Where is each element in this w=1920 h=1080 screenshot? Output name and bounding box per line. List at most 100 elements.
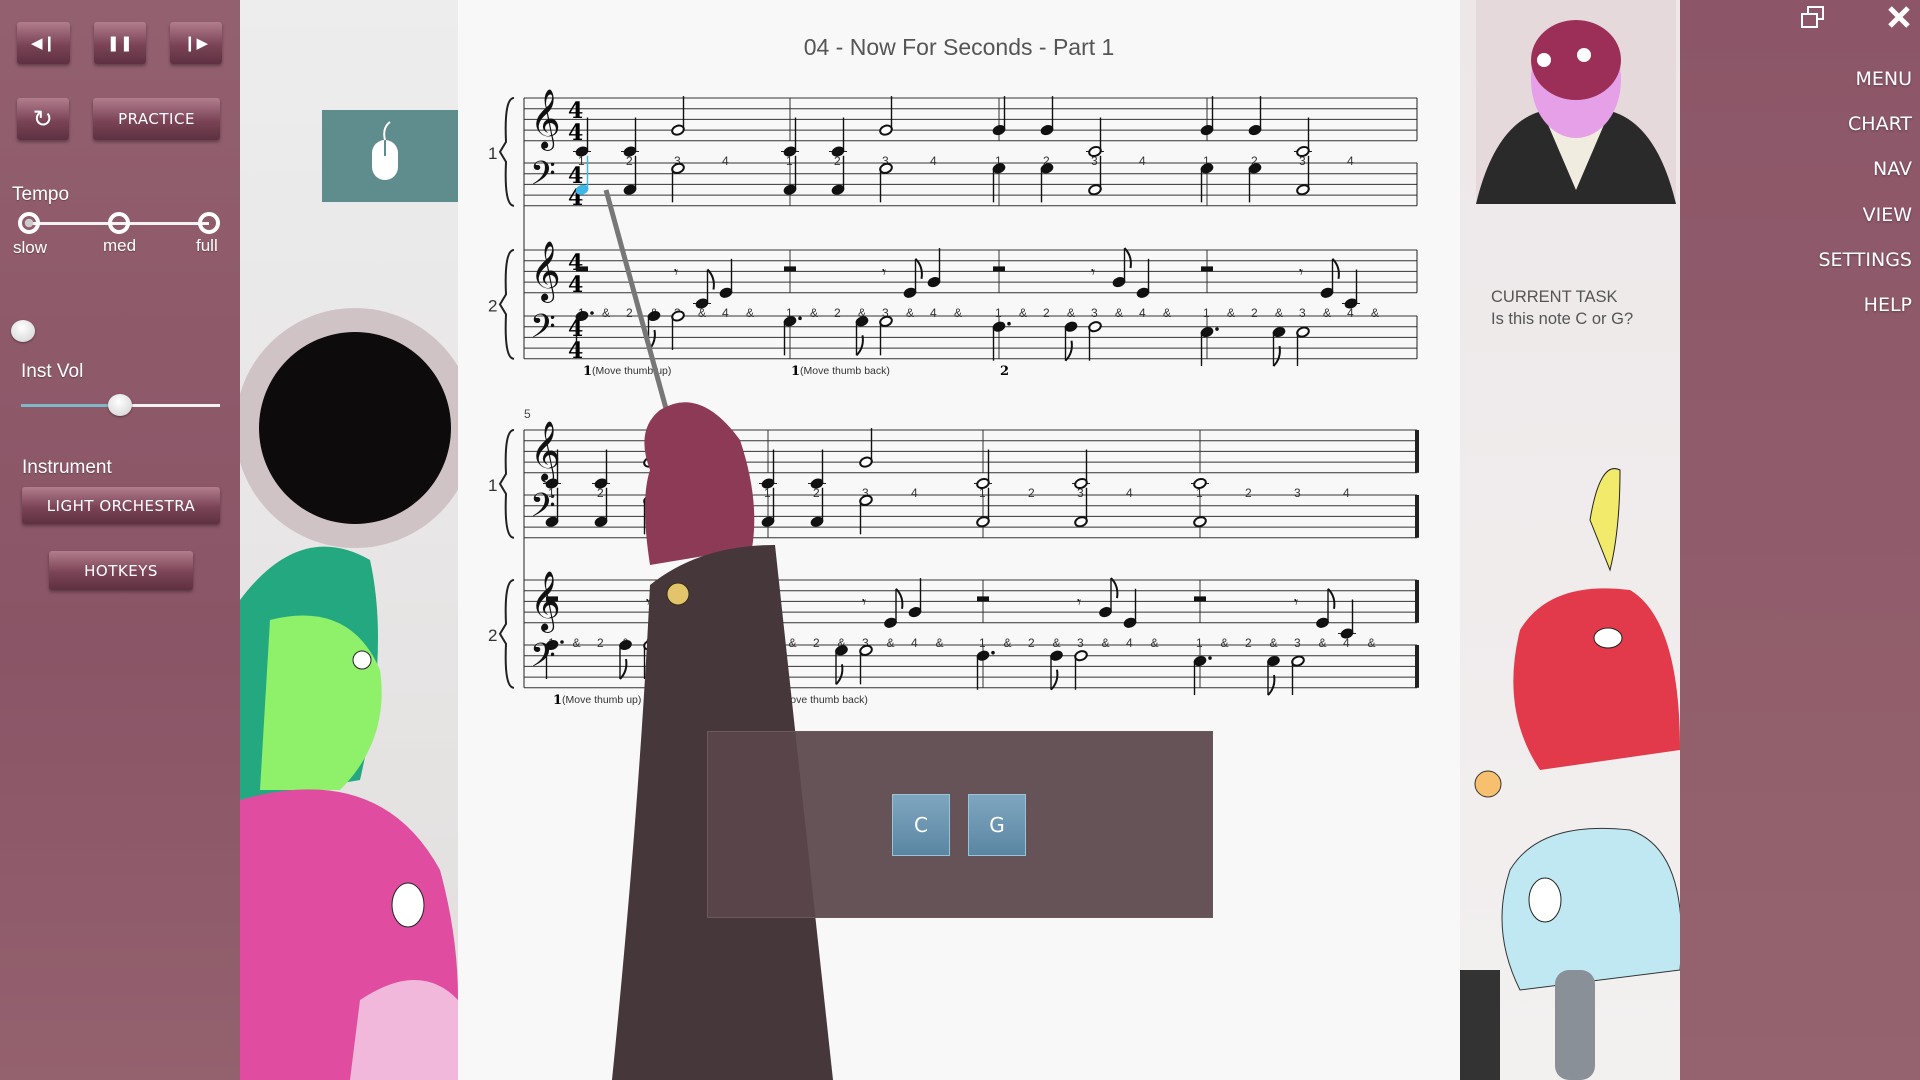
treble-clef: 𝄞 bbox=[530, 571, 561, 633]
part-label: 1 bbox=[488, 144, 497, 163]
beat-count: & bbox=[1270, 636, 1278, 650]
half-rest bbox=[993, 266, 1005, 272]
beat-count: & bbox=[1004, 636, 1012, 650]
dragon bbox=[1513, 588, 1680, 770]
beat-count: 4 bbox=[930, 154, 937, 168]
beat-count: & bbox=[602, 306, 610, 320]
beat-count: 2 bbox=[1245, 486, 1252, 500]
beat-count: & bbox=[1115, 306, 1123, 320]
answer-g-button[interactable]: G bbox=[968, 794, 1026, 856]
note-flag bbox=[706, 268, 715, 290]
beat-count: 4 bbox=[1343, 486, 1350, 500]
note-flag bbox=[835, 664, 844, 686]
beat-count: & bbox=[1163, 306, 1171, 320]
note-flag bbox=[679, 598, 688, 620]
beat-count: & bbox=[1319, 636, 1327, 650]
beat-count: & bbox=[1102, 636, 1110, 650]
menu-item-nav[interactable]: NAV bbox=[1873, 158, 1912, 180]
beat-count: 4 bbox=[1126, 486, 1133, 500]
robot bbox=[1501, 827, 1680, 991]
beat-count: 4 bbox=[1126, 636, 1133, 650]
menu-item-settings[interactable]: SETTINGS bbox=[1818, 249, 1912, 271]
menu-panel: MENU CHART NAV VIEW SETTINGS HELP bbox=[1680, 0, 1920, 1080]
beat-count: & bbox=[1019, 306, 1027, 320]
note-flag bbox=[1327, 588, 1336, 609]
beat-count: 4 bbox=[930, 306, 937, 320]
menu-item-chart[interactable]: CHART bbox=[1848, 113, 1912, 135]
eighth-rest: 𝄾 bbox=[1299, 262, 1303, 281]
beat-count: 4 bbox=[1139, 306, 1146, 320]
note-flag bbox=[1267, 674, 1276, 696]
beat-count: 2 bbox=[1028, 486, 1035, 500]
note-flag bbox=[855, 335, 864, 357]
beat-count: & bbox=[887, 636, 895, 650]
part-label: 2 bbox=[488, 626, 497, 645]
time-signature-bottom: 4 bbox=[568, 120, 583, 146]
half-rest bbox=[762, 596, 774, 602]
beat-count: & bbox=[1151, 636, 1159, 650]
fingering-number: 2 bbox=[1000, 364, 1009, 379]
note-dot bbox=[798, 316, 802, 321]
band-characters bbox=[1460, 468, 1680, 1080]
menu-item-view[interactable]: VIEW bbox=[1863, 204, 1912, 226]
part-label: 2 bbox=[488, 296, 497, 315]
menu-item-menu[interactable]: MENU bbox=[1855, 68, 1912, 90]
beat-count: 2 bbox=[834, 306, 841, 320]
note-dot bbox=[560, 640, 564, 644]
beat-count: 4 bbox=[1347, 154, 1354, 168]
character-panel: CURRENT TASK Is this note C or G? bbox=[1460, 0, 1680, 1080]
half-rest bbox=[784, 266, 796, 272]
beat-count: & bbox=[1371, 306, 1379, 320]
beat-count: 3 bbox=[1294, 636, 1301, 650]
beat-count: & bbox=[810, 306, 818, 320]
note-flag bbox=[1272, 345, 1281, 367]
note-flag bbox=[1064, 340, 1073, 362]
note-dot bbox=[776, 645, 780, 650]
answer-c-button[interactable]: C bbox=[892, 794, 950, 856]
note-dot bbox=[590, 311, 594, 315]
beat-count: 4 bbox=[911, 636, 918, 650]
menu-item-help[interactable]: HELP bbox=[1864, 294, 1912, 316]
beat-count: & bbox=[906, 306, 914, 320]
fingering-number: 1 bbox=[583, 364, 592, 379]
beat-count: & bbox=[1067, 306, 1075, 320]
treble-clef: 𝄞 bbox=[530, 89, 561, 151]
beat-count: & bbox=[1227, 306, 1235, 320]
note-flag bbox=[619, 658, 628, 680]
eighth-rest: 𝄾 bbox=[882, 262, 886, 281]
note-flag bbox=[1331, 258, 1340, 279]
beat-count: 4 bbox=[722, 306, 729, 320]
restore-window-icon[interactable] bbox=[1800, 5, 1826, 31]
beat-count: 2 bbox=[1245, 636, 1252, 650]
bass-clef: 𝄢 bbox=[530, 155, 556, 201]
teacher-portrait bbox=[1476, 0, 1676, 204]
answer-dialog: C G bbox=[707, 731, 1213, 918]
task-heading: CURRENT TASK bbox=[1491, 288, 1618, 306]
time-signature-bottom: 4 bbox=[568, 272, 583, 298]
beat-count: & bbox=[746, 306, 754, 320]
fingering-annotation: (Move thumb back) bbox=[778, 694, 868, 706]
beat-count: 4 bbox=[695, 486, 702, 500]
fingering-number: 1 bbox=[553, 693, 562, 708]
half-rest bbox=[1194, 596, 1206, 602]
note-flag bbox=[895, 588, 904, 609]
task-question: Is this note C or G? bbox=[1491, 310, 1634, 328]
eighth-rest: 𝄾 bbox=[862, 592, 866, 611]
note-flag bbox=[1050, 669, 1059, 691]
beat-count: 2 bbox=[813, 636, 820, 650]
part-brace bbox=[498, 249, 515, 360]
note-dot bbox=[991, 650, 995, 655]
beat-count: & bbox=[789, 636, 797, 650]
current-task: CURRENT TASK Is this note C or G? bbox=[1491, 286, 1676, 330]
beat-count: 2 bbox=[626, 306, 633, 320]
beat-count: & bbox=[1053, 636, 1061, 650]
note-flag bbox=[1123, 247, 1132, 269]
part-brace bbox=[498, 429, 515, 539]
whole-note bbox=[1193, 516, 1207, 528]
beat-count: & bbox=[1368, 636, 1376, 650]
measure-number: 5 bbox=[524, 407, 531, 421]
part-label: 1 bbox=[488, 476, 497, 495]
beat-count: & bbox=[720, 636, 728, 650]
fingering-annotation: (Move thumb up) bbox=[592, 365, 671, 377]
close-icon[interactable] bbox=[1887, 5, 1911, 29]
